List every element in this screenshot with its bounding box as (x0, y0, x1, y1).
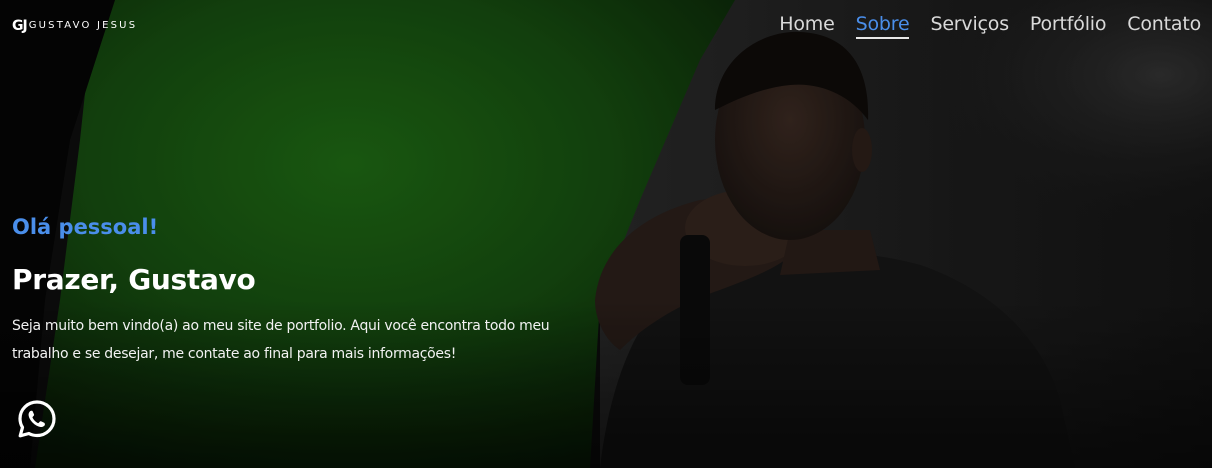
brand-logo[interactable]: GJ GUSTAVO JESUS (12, 17, 137, 35)
nav-link-contato[interactable]: Contato (1127, 11, 1201, 39)
hero-content: Olá pessoal! Prazer, Gustavo Seja muito … (12, 212, 612, 368)
nav-link-servicos[interactable]: Serviços (930, 11, 1009, 39)
nav-link-sobre[interactable]: Sobre (855, 11, 910, 39)
hero-headline: Prazer, Gustavo (12, 263, 256, 296)
whatsapp-icon (18, 400, 56, 438)
nav-link-home[interactable]: Home (779, 11, 835, 39)
hero-greeting: Olá pessoal! (12, 215, 159, 239)
logo-name: GUSTAVO JESUS (28, 20, 138, 31)
logo-mark: GJ (12, 18, 28, 34)
main-menu: Home Sobre Serviços Portfólio Contato (779, 11, 1201, 39)
hero-intro-text: Seja muito bem vindo(a) ao meu site de p… (12, 318, 550, 362)
hero-section: GJ GUSTAVO JESUS Home Sobre Serviços Por… (0, 0, 1212, 468)
nav-link-portfolio[interactable]: Portfólio (1030, 11, 1107, 39)
whatsapp-button[interactable] (16, 398, 58, 440)
top-navbar: GJ GUSTAVO JESUS Home Sobre Serviços Por… (0, 0, 1212, 52)
